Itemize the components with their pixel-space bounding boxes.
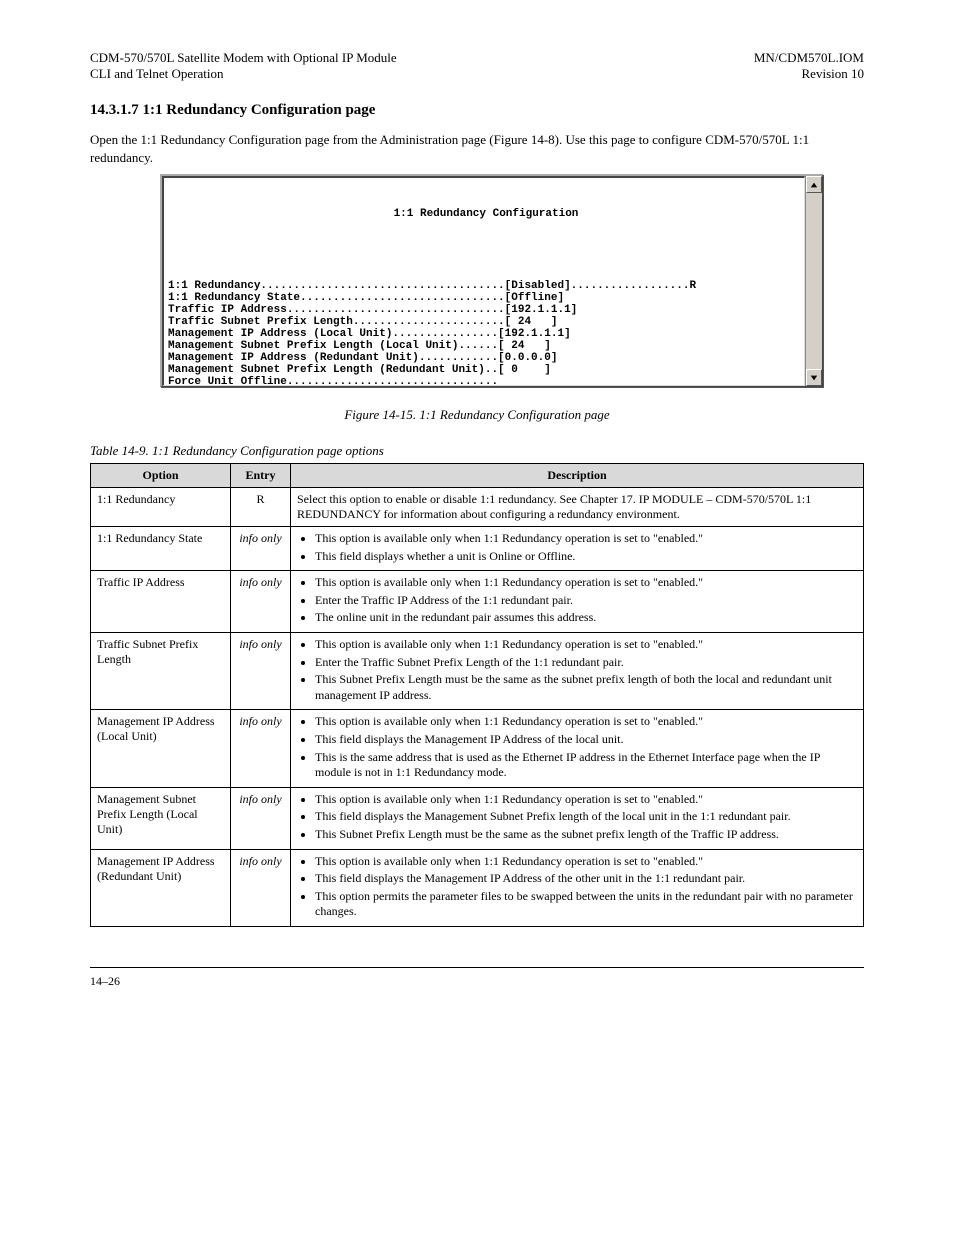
th-option: Option: [91, 464, 231, 488]
table-row: 1:1 RedundancyRSelect this option to ena…: [91, 488, 864, 527]
table-caption-title: 1:1 Redundancy Configuration page option…: [152, 443, 384, 458]
page-header: CDM-570/570L Satellite Modem with Option…: [90, 50, 864, 82]
table-row: Management IP Address (Local Unit)info o…: [91, 710, 864, 787]
list-item: This option is available only when 1:1 R…: [315, 531, 857, 547]
cell-description: This option is available only when 1:1 R…: [291, 571, 864, 633]
terminal-line: Traffic Subnet Prefix Length............…: [168, 316, 804, 328]
th-entry: Entry: [231, 464, 291, 488]
cell-option: 1:1 Redundancy: [91, 488, 231, 527]
list-item: This field displays the Management IP Ad…: [315, 732, 857, 748]
terminal-window: 1:1 Redundancy Configuration 1:1 Redunda…: [160, 174, 823, 387]
terminal-line: 1:1 Redundancy..........................…: [168, 280, 804, 292]
scroll-down-button[interactable]: [806, 369, 822, 386]
terminal-line: Management IP Address (Redundant Unit)..…: [168, 352, 804, 364]
cell-option: Traffic IP Address: [91, 571, 231, 633]
table-row: Management IP Address (Redundant Unit)in…: [91, 849, 864, 926]
page-footer: 14–26: [90, 967, 864, 989]
config-table: Option Entry Description 1:1 RedundancyR…: [90, 463, 864, 927]
list-item: This field displays whether a unit is On…: [315, 549, 857, 565]
terminal-line: Management Subnet Prefix Length (Local U…: [168, 340, 804, 352]
cell-entry: info only: [231, 787, 291, 849]
section-number: 14.3.1.7: [90, 102, 139, 118]
cell-entry: info only: [231, 527, 291, 571]
table-row: Management Subnet Prefix Length (Local U…: [91, 787, 864, 849]
cell-description: Select this option to enable or disable …: [291, 488, 864, 527]
chapter-name: CLI and Telnet Operation: [90, 66, 397, 82]
table-row: 1:1 Redundancy Stateinfo only This option…: [91, 527, 864, 571]
list-item: This option is available only when 1:1 R…: [315, 714, 857, 730]
terminal-line: Management Subnet Prefix Length (Redunda…: [168, 364, 804, 376]
scroll-up-button[interactable]: [806, 176, 822, 193]
cell-description: This option is available only when 1:1 R…: [291, 633, 864, 710]
cell-entry: info only: [231, 571, 291, 633]
list-item: This option is available only when 1:1 R…: [315, 854, 857, 870]
cell-entry: info only: [231, 633, 291, 710]
figure-title: 1:1 Redundancy Configuration page: [419, 407, 609, 422]
list-item: This option is available only when 1:1 R…: [315, 575, 857, 591]
terminal-blank: [168, 244, 804, 256]
page-number: 14–26: [90, 974, 120, 989]
list-item: This option is available only when 1:1 R…: [315, 792, 857, 808]
table-caption: Table 14-9. 1:1 Redundancy Configuration…: [90, 443, 864, 459]
revision: Revision 10: [754, 66, 864, 82]
th-description: Description: [291, 464, 864, 488]
terminal-content: 1:1 Redundancy Configuration 1:1 Redunda…: [162, 176, 805, 386]
cell-option: Management IP Address (Local Unit): [91, 710, 231, 787]
figure-caption: Figure 14-15. 1:1 Redundancy Configurati…: [90, 407, 864, 423]
list-item: This Subnet Prefix Length must be the sa…: [315, 672, 857, 703]
scroll-track[interactable]: [806, 193, 822, 369]
list-item: The online unit in the redundant pair as…: [315, 610, 857, 626]
list-item: This option is available only when 1:1 R…: [315, 637, 857, 653]
cell-option: Traffic Subnet Prefix Length: [91, 633, 231, 710]
table-row: Traffic IP Addressinfo only This option i…: [91, 571, 864, 633]
cell-entry: info only: [231, 849, 291, 926]
list-item: This field displays the Management IP Ad…: [315, 871, 857, 887]
cell-entry: R: [231, 488, 291, 527]
table-row: Traffic Subnet Prefix Lengthinfo only Thi…: [91, 633, 864, 710]
list-item: This field displays the Management Subne…: [315, 809, 857, 825]
terminal-line: Force Unit Offline......................…: [168, 376, 804, 386]
cell-entry: info only: [231, 710, 291, 787]
section-title: 14.3.1.7 1:1 Redundancy Configuration pa…: [90, 102, 864, 119]
terminal-line: Traffic IP Address......................…: [168, 304, 804, 316]
list-item: Enter the Traffic IP Address of the 1:1 …: [315, 593, 857, 609]
terminal-title: 1:1 Redundancy Configuration: [168, 208, 804, 220]
cell-option: Management Subnet Prefix Length (Local U…: [91, 787, 231, 849]
terminal-scrollbar[interactable]: [805, 176, 822, 386]
cell-description: This option is available only when 1:1 R…: [291, 849, 864, 926]
cell-description: This option is available only when 1:1 R…: [291, 710, 864, 787]
intro-text: Open the 1:1 Redundancy Configuration pa…: [90, 131, 864, 166]
terminal-line: Management IP Address (Local Unit)......…: [168, 328, 804, 340]
figure-label: Figure 14-15.: [344, 407, 416, 422]
section-heading: 1:1 Redundancy Configuration page: [143, 102, 376, 118]
list-item: This is the same address that is used as…: [315, 750, 857, 781]
list-item: This Subnet Prefix Length must be the sa…: [315, 827, 857, 843]
manual-title: CDM-570/570L Satellite Modem with Option…: [90, 50, 397, 66]
cell-option: 1:1 Redundancy State: [91, 527, 231, 571]
cell-description: This option is available only when 1:1 R…: [291, 527, 864, 571]
cell-option: Management IP Address (Redundant Unit): [91, 849, 231, 926]
table-caption-label: Table 14-9.: [90, 443, 149, 458]
cell-description: This option is available only when 1:1 R…: [291, 787, 864, 849]
table-header-row: Option Entry Description: [91, 464, 864, 488]
list-item: Enter the Traffic Subnet Prefix Length o…: [315, 655, 857, 671]
mn-code: MN/CDM570L.IOM: [754, 50, 864, 66]
list-item: This option permits the parameter files …: [315, 889, 857, 920]
terminal-line: 1:1 Redundancy State....................…: [168, 292, 804, 304]
